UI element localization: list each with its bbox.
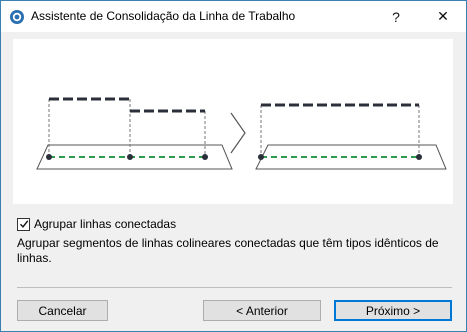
dashed-line-after-diagram: [255, 103, 447, 170]
consolidation-diagram: [36, 97, 447, 170]
title-bar: Assistente de Consolidação da Linha de T…: [1, 1, 466, 32]
group-connected-lines-option[interactable]: Agrupar linhas conectadas: [17, 217, 176, 231]
cancel-button[interactable]: Cancelar: [17, 300, 108, 321]
previous-button[interactable]: < Anterior: [203, 300, 321, 321]
separator: [17, 287, 452, 288]
option-description: Agrupar segmentos de linhas colineares c…: [17, 236, 439, 265]
chevron-right-icon: [230, 112, 246, 154]
dashed-lines-before-diagram: [36, 97, 233, 170]
dialog-window: Assistente de Consolidação da Linha de T…: [0, 0, 467, 332]
help-button[interactable]: ?: [373, 1, 419, 32]
close-button[interactable]: ✕: [420, 1, 466, 32]
checkmark-icon: [19, 220, 28, 228]
next-button[interactable]: Próximo >: [334, 300, 452, 321]
window-title: Assistente de Consolidação da Linha de T…: [31, 9, 296, 23]
group-connected-lines-checkbox[interactable]: [17, 217, 30, 231]
group-connected-lines-label[interactable]: Agrupar linhas conectadas: [34, 217, 176, 231]
app-logo-icon: [10, 10, 24, 24]
illustration-panel: [13, 39, 453, 204]
